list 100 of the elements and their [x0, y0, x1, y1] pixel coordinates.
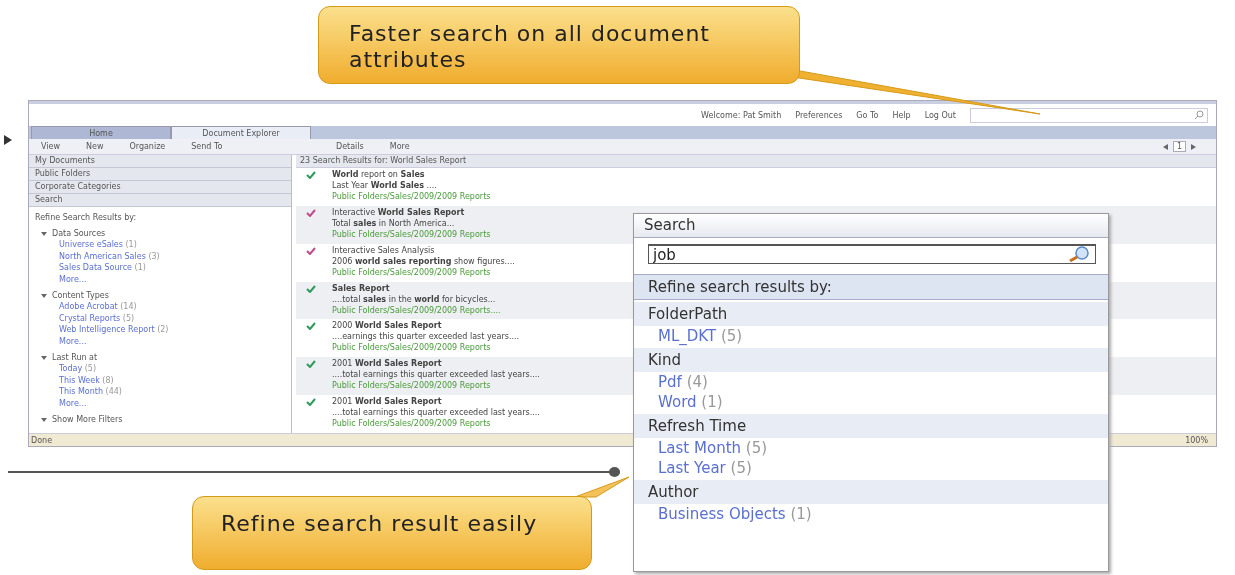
- result-snippet: Total sales in North America...: [332, 218, 456, 228]
- filter-link[interactable]: Pdf: [658, 373, 682, 391]
- accordion-header[interactable]: My Documents: [29, 155, 291, 168]
- result-path: Public Folders/Sales/2009/2009 Reports: [332, 267, 492, 277]
- callout-text: Refine search result easily: [192, 496, 592, 570]
- toolbar-button[interactable]: More: [389, 142, 410, 151]
- previous-page-icon[interactable]: [1162, 143, 1168, 150]
- next-page-icon[interactable]: [1191, 143, 1196, 150]
- filter-link[interactable]: Crystal Reports: [59, 313, 121, 323]
- filter-group-label: Refresh Time: [634, 414, 1108, 438]
- panel-title: Search: [634, 214, 1108, 238]
- result-path: Public Folders/Sales/2009/2009 Reports....: [332, 305, 501, 315]
- filter-count: (5): [84, 364, 97, 374]
- filter-count: (4): [686, 373, 708, 391]
- filter-group-label[interactable]: Last Run at: [52, 352, 98, 364]
- filter-count: (2): [157, 325, 169, 335]
- result-title[interactable]: Interactive Sales Analysis: [332, 245, 515, 255]
- filter-link[interactable]: Last Month: [658, 439, 742, 457]
- welcome-text: Welcome: Pat Smith: [701, 110, 782, 120]
- filter-link[interactable]: ML_DKT: [658, 327, 717, 345]
- result-path: Public Folders/Sales/2009/2009 Reports: [332, 343, 492, 353]
- filter-group-label: Kind: [634, 348, 1108, 372]
- header-link[interactable]: Log Out: [924, 110, 956, 120]
- search-field[interactable]: job: [648, 244, 1096, 264]
- filter-link[interactable]: Web Intelligence Report: [59, 325, 155, 335]
- toolbar-button[interactable]: View: [41, 142, 60, 151]
- search-field[interactable]: [970, 107, 1208, 123]
- result-path: Public Folders/Sales/2009/2009 Reports: [332, 191, 491, 201]
- filter-link[interactable]: Word: [658, 393, 697, 411]
- result-title[interactable]: 2001 World Sales Report: [332, 359, 540, 369]
- status-text: Done: [31, 435, 53, 445]
- filter-group-label[interactable]: Data Sources: [52, 228, 106, 240]
- bullet-arrow-icon: [4, 135, 12, 145]
- filter-count: (1): [701, 393, 723, 411]
- result-path: Public Folders/Sales/2009/2009 Reports: [332, 381, 492, 391]
- filter-link[interactable]: This Month: [59, 387, 103, 397]
- bullet-dot: [609, 467, 620, 477]
- expand-arrow-icon[interactable]: [41, 293, 47, 298]
- expand-arrow-icon[interactable]: [41, 355, 47, 360]
- filter-link[interactable]: Business Objects: [658, 505, 786, 523]
- result-title[interactable]: World report on Sales: [332, 169, 491, 179]
- header-link[interactable]: Preferences: [795, 110, 843, 120]
- accordion-header[interactable]: Search: [29, 194, 291, 207]
- results-header: 23 Search Results for: World Sales Report: [296, 155, 1216, 168]
- callout-text: Faster search on all document attributes: [318, 6, 800, 84]
- filter-count: (1): [790, 505, 812, 523]
- accordion-header[interactable]: Public Folders: [29, 168, 291, 181]
- zoom-level[interactable]: 100%: [1185, 435, 1208, 445]
- result-title[interactable]: Interactive World Sales Report: [332, 207, 491, 217]
- result-snippet: 2006 world sales reporting show figures....: [332, 256, 515, 266]
- filter-count: (5): [122, 313, 135, 323]
- filter-group-label[interactable]: Content Types: [52, 290, 109, 302]
- toolbar-button[interactable]: Send To: [191, 142, 223, 151]
- refine-title: Refine Search Results by:: [35, 213, 138, 224]
- accordion-header[interactable]: Corporate Categories: [29, 181, 291, 194]
- tab[interactable]: Home: [31, 126, 171, 139]
- filter-count: (5): [730, 459, 752, 477]
- search-icon[interactable]: [1068, 246, 1090, 262]
- filter-group-label[interactable]: Show More Filters: [52, 414, 123, 426]
- filter-link[interactable]: Sales Data Source: [59, 263, 132, 273]
- filter-link[interactable]: Last Year: [658, 459, 726, 477]
- result-snippet: Last Year World Sales ....: [332, 180, 438, 190]
- filter-group-label: Author: [634, 480, 1108, 504]
- filter-link[interactable]: Adobe Acrobat: [59, 302, 118, 312]
- filter-link[interactable]: North American Sales: [59, 251, 146, 261]
- filter-count: (8): [102, 375, 114, 385]
- filter-count: (1): [134, 263, 146, 273]
- filter-link[interactable]: This Week: [59, 375, 100, 385]
- toolbar-button[interactable]: New: [86, 142, 104, 151]
- search-icon[interactable]: [1194, 110, 1204, 120]
- header-link[interactable]: Go To: [856, 110, 879, 120]
- page-field[interactable]: 1: [1172, 141, 1186, 152]
- filter-count: (1): [125, 240, 137, 250]
- filter-link[interactable]: More...: [59, 336, 87, 346]
- tab[interactable]: Document Explorer: [171, 126, 311, 139]
- filter-link[interactable]: Today: [59, 364, 83, 374]
- result-snippet: ....total earnings this quarter exceeded last years....: [332, 408, 540, 418]
- expand-arrow-icon[interactable]: [41, 231, 47, 236]
- callout-pointer: [574, 476, 630, 498]
- result-title[interactable]: 2000 World Sales Report: [332, 321, 520, 331]
- filter-link[interactable]: More...: [59, 398, 87, 408]
- refine-title: Refine search results by:: [634, 274, 1108, 300]
- filter-count: (5): [745, 439, 768, 457]
- toolbar-button[interactable]: Organize: [129, 142, 166, 151]
- result-title[interactable]: Sales Report: [332, 283, 501, 293]
- filter-count: (3): [148, 251, 160, 261]
- result-snippet: ....total earnings this quarter exceeded last years....: [332, 370, 540, 380]
- result-snippet: ....total sales in the world for bicycles...: [332, 294, 497, 304]
- result-snippet: ....earnings this quarter exceeded last years....: [332, 332, 520, 342]
- filter-count: (14): [120, 302, 137, 312]
- filter-link[interactable]: Universe eSales: [59, 240, 123, 250]
- header-link[interactable]: Help: [892, 110, 911, 120]
- result-path: Public Folders/Sales/2009/2009 Reports: [332, 229, 491, 239]
- expand-arrow-icon[interactable]: [41, 417, 47, 422]
- result-path: Public Folders/Sales/2009/2009 Reports: [332, 419, 492, 429]
- toolbar-button[interactable]: Details: [336, 142, 364, 151]
- filter-count: (5): [720, 327, 743, 345]
- filter-count: (44): [105, 387, 122, 397]
- result-title[interactable]: 2001 World Sales Report: [332, 397, 540, 407]
- filter-link[interactable]: More...: [59, 274, 87, 284]
